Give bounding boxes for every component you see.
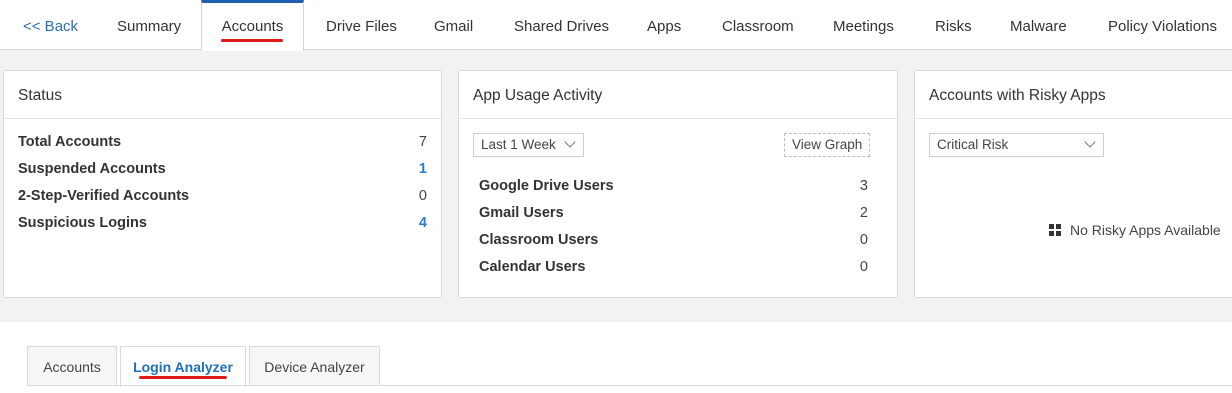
back-link[interactable]: << Back — [23, 0, 78, 50]
tab-risks[interactable]: Risks — [935, 0, 972, 50]
risk-level-select[interactable]: Critical Risk — [929, 133, 1104, 157]
status-value: 7 — [418, 134, 427, 150]
usage-row-classroom: Classroom Users 0 — [479, 232, 868, 252]
period-select-value: Last 1 Week — [481, 137, 556, 152]
tab-meetings[interactable]: Meetings — [833, 0, 894, 50]
usage-row-gmail: Gmail Users 2 — [479, 205, 868, 225]
usage-label: Classroom Users — [479, 232, 599, 248]
status-value: 0 — [418, 188, 427, 204]
chevron-down-icon — [564, 136, 576, 148]
app-usage-card-title: App Usage Activity — [459, 71, 897, 119]
status-value-link[interactable]: 4 — [419, 215, 427, 231]
usage-value: 0 — [859, 232, 868, 248]
view-graph-button[interactable]: View Graph — [784, 133, 871, 157]
status-row-suspended-accounts[interactable]: Suspended Accounts 1 — [18, 161, 427, 181]
tab-malware[interactable]: Malware — [1010, 0, 1067, 50]
status-label: Suspicious Logins — [18, 215, 147, 231]
analyzer-section: Accounts Login Analyzer Device Analyzer — [0, 322, 1232, 393]
status-label: 2-Step-Verified Accounts — [18, 188, 190, 204]
grid-icon — [1049, 224, 1061, 236]
subtab-divider — [27, 385, 1232, 386]
usage-value: 0 — [859, 259, 868, 275]
tab-gmail[interactable]: Gmail — [434, 0, 473, 50]
usage-row-calendar: Calendar Users 0 — [479, 259, 868, 279]
usage-label: Calendar Users — [479, 259, 586, 275]
usage-label: Google Drive Users — [479, 178, 614, 194]
tab-summary[interactable]: Summary — [117, 0, 181, 50]
risky-apps-card-title: Accounts with Risky Apps — [915, 71, 1232, 119]
risky-apps-card: Accounts with Risky Apps Critical Risk N… — [914, 70, 1232, 298]
status-value-link[interactable]: 1 — [419, 161, 427, 177]
risk-level-select-value: Critical Risk — [937, 137, 1009, 152]
tab-policy-violations[interactable]: Policy Violations — [1108, 0, 1217, 50]
usage-value: 2 — [859, 205, 868, 221]
active-tab-annotation — [221, 39, 283, 42]
subtab-login-analyzer[interactable]: Login Analyzer — [120, 346, 246, 387]
tab-drive-files[interactable]: Drive Files — [326, 0, 397, 50]
status-row-total-accounts[interactable]: Total Accounts 7 — [18, 134, 427, 154]
top-nav: << Back Summary Accounts Drive Files Gma… — [0, 0, 1232, 51]
tab-apps[interactable]: Apps — [647, 0, 681, 50]
usage-label: Gmail Users — [479, 205, 564, 221]
subtab-accounts[interactable]: Accounts — [27, 346, 117, 386]
tab-accounts[interactable]: Accounts — [201, 0, 304, 51]
status-label: Total Accounts — [18, 134, 122, 150]
no-risky-apps-message: No Risky Apps Available — [1049, 222, 1221, 238]
no-risky-apps-text: No Risky Apps Available — [1070, 222, 1221, 238]
period-select[interactable]: Last 1 Week — [473, 133, 584, 157]
usage-value: 3 — [859, 178, 868, 194]
status-row-2sv-accounts[interactable]: 2-Step-Verified Accounts 0 — [18, 188, 427, 208]
status-label: Suspended Accounts — [18, 161, 166, 177]
tab-classroom[interactable]: Classroom — [722, 0, 794, 50]
status-row-suspicious-logins[interactable]: Suspicious Logins 4 — [18, 215, 427, 235]
tab-shared-drives[interactable]: Shared Drives — [514, 0, 609, 50]
app-usage-card: App Usage Activity Last 1 Week View Grap… — [458, 70, 898, 298]
usage-row-drive: Google Drive Users 3 — [479, 178, 868, 198]
status-card: Status Total Accounts 7 Suspended Accoun… — [3, 70, 442, 298]
active-subtab-annotation — [139, 376, 227, 379]
subtab-device-analyzer[interactable]: Device Analyzer — [249, 346, 380, 386]
chevron-down-icon — [1084, 136, 1096, 148]
status-card-title: Status — [4, 71, 441, 119]
